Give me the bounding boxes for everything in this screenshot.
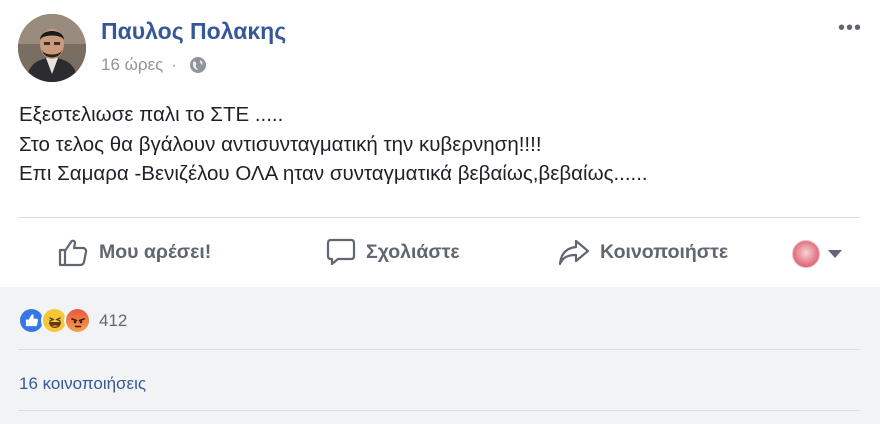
post-body-line: Εξεστελιωσε παλι το ΣΤΕ .....: [19, 103, 284, 126]
post-timestamp[interactable]: 16 ώρες: [101, 55, 163, 75]
angry-reaction-icon: [64, 307, 91, 334]
share-button[interactable]: Κοινοποιήστε: [558, 234, 728, 270]
comment-label: Σχολιάστε: [366, 240, 460, 263]
meta-separator: ·: [171, 55, 178, 74]
post-body-line: Επι Σαμαρα -Βενιζέλου ΟΛΑ ηταν συνταγματ…: [19, 162, 648, 185]
like-label: Μου αρέσει!: [99, 240, 212, 263]
avatar-portrait: [18, 14, 86, 82]
post-options-icon[interactable]: •••: [838, 18, 862, 38]
post-body-line: Στο τελος θα βγάλουν αντισυνταγματική τη…: [19, 132, 542, 156]
facebook-post: Παυλος Πολακης 16 ώρες · ••• Εξεστελιωσε…: [0, 0, 880, 424]
post-footer: 412 16 κοινοποιήσεις: [0, 287, 880, 424]
post-body: Εξεστελιωσε παλι το ΣΤΕ ..... Στο τελος …: [19, 100, 648, 189]
shares-count-link[interactable]: 16 κοινοποιήσεις: [19, 374, 146, 394]
share-arrow-icon: [558, 239, 590, 266]
divider: [18, 410, 860, 411]
share-label: Κοινοποιήστε: [600, 240, 729, 263]
post-meta: 16 ώρες ·: [101, 55, 207, 75]
comment-button[interactable]: Σχολιάστε: [326, 234, 460, 270]
divider: [18, 349, 860, 350]
post-action-bar: Μου αρέσει! Σχολιάστε Κοινοποιήστε: [0, 218, 880, 286]
chevron-down-icon: [828, 250, 842, 258]
author-name[interactable]: Παυλος Πολακης: [101, 18, 286, 45]
globe-icon[interactable]: [189, 56, 207, 74]
reactions-summary[interactable]: 412: [18, 307, 127, 334]
reaction-identity-picker[interactable]: [792, 240, 842, 268]
thumbs-up-icon: [58, 239, 88, 267]
author-avatar[interactable]: [18, 14, 86, 82]
reaction-count: 412: [99, 310, 128, 330]
like-button[interactable]: Μου αρέσει!: [57, 234, 211, 270]
viewer-avatar: [792, 240, 820, 268]
speech-bubble-icon: [326, 238, 356, 266]
